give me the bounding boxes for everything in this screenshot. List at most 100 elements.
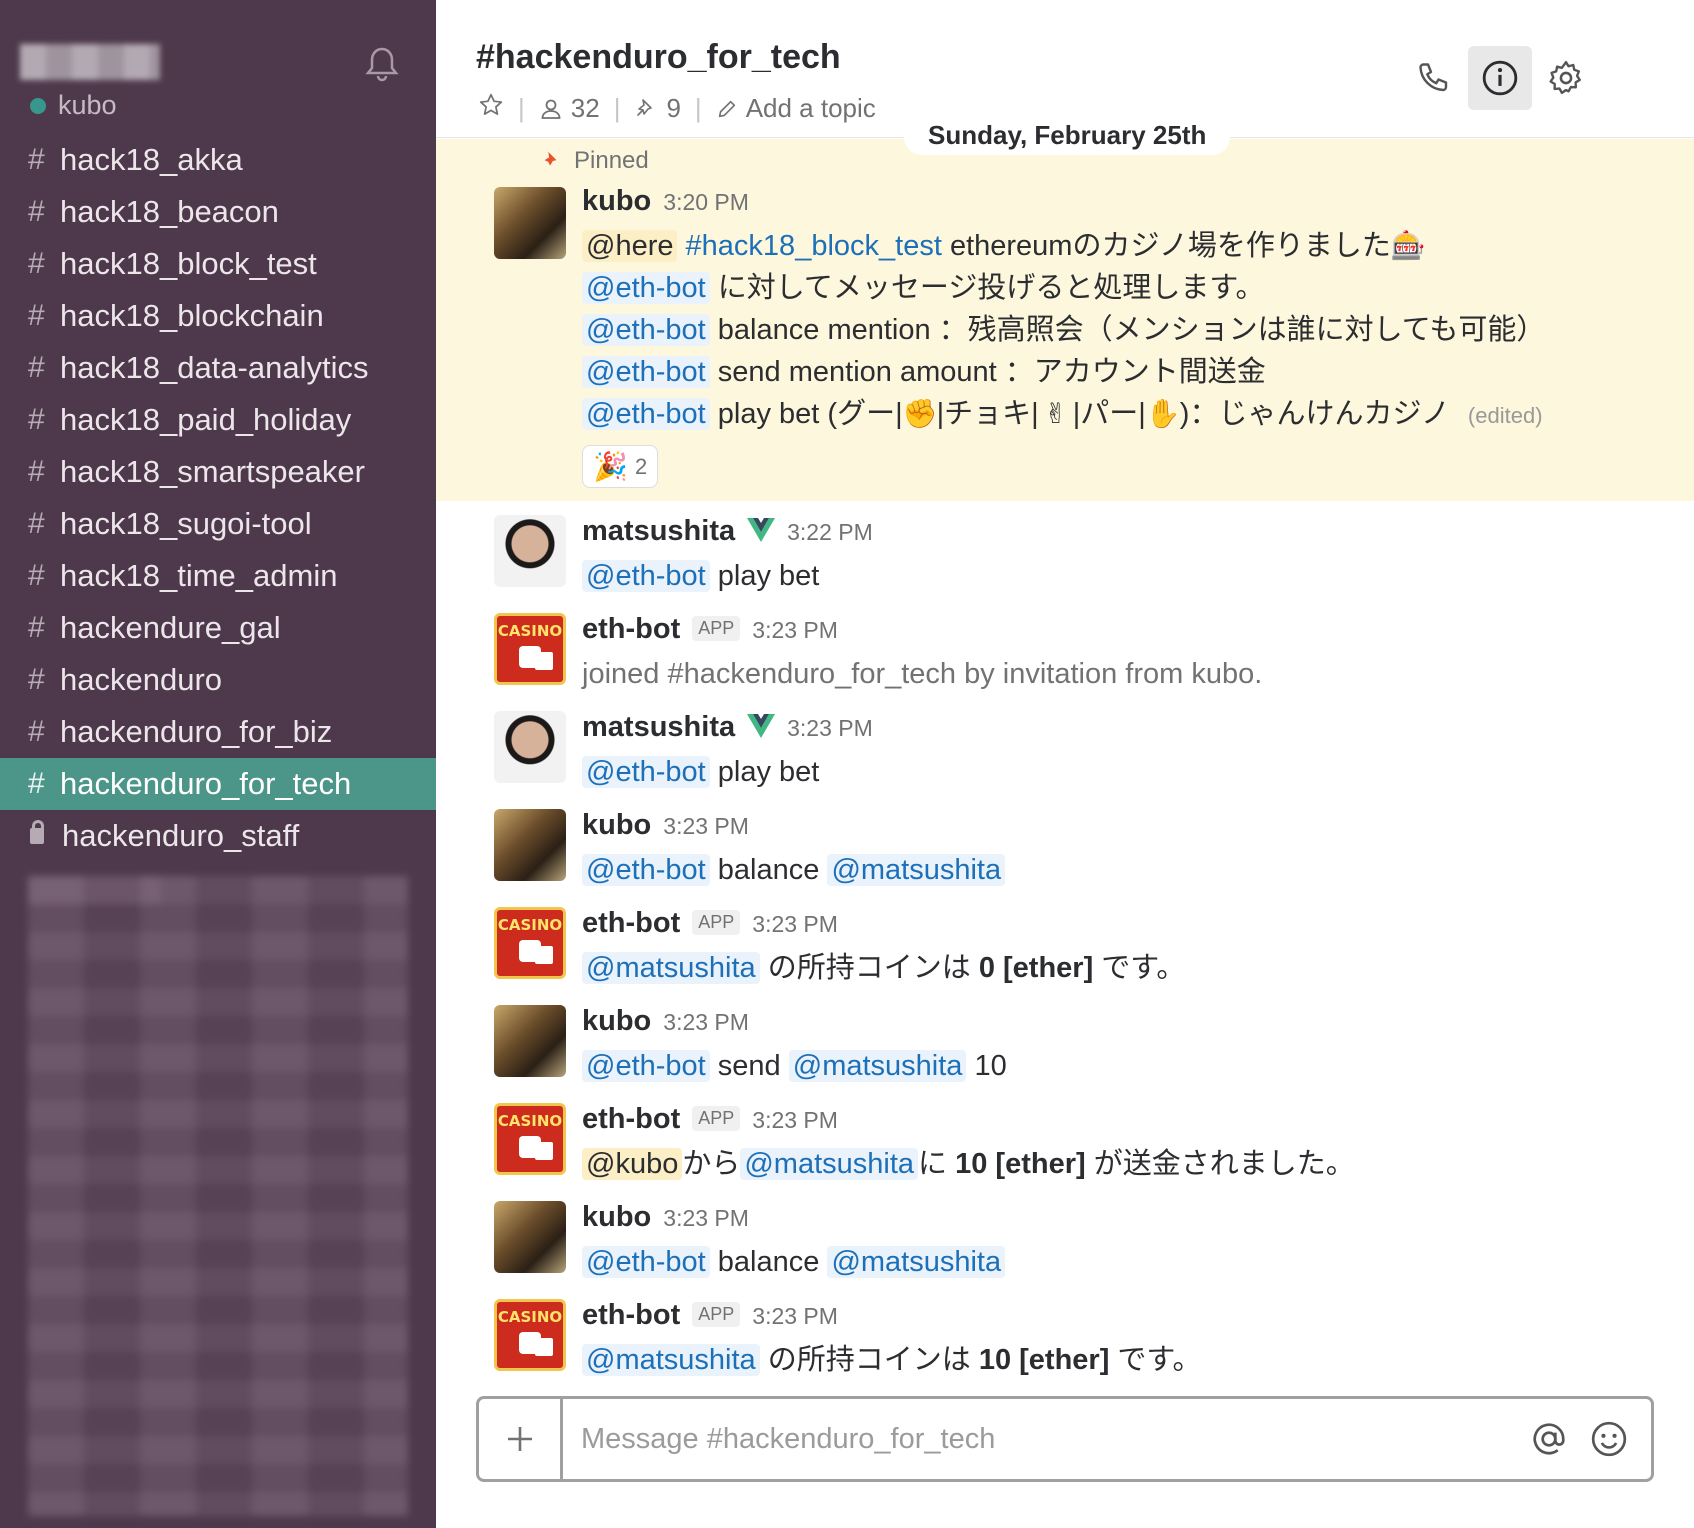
sidebar-item-hackenduro[interactable]: # hackenduro	[0, 654, 436, 706]
avatar[interactable]: CASINO	[494, 907, 566, 979]
hash-icon: #	[28, 715, 45, 748]
avatar[interactable]	[494, 1005, 566, 1077]
channel-label: hack18_sugoi-tool	[60, 506, 312, 541]
mention[interactable]: @matsushita	[827, 1246, 1006, 1278]
channel-link[interactable]: #hack18_block_test	[686, 230, 942, 262]
avatar[interactable]: CASINO	[494, 1299, 566, 1371]
mention[interactable]: @eth-bot	[582, 272, 710, 304]
phone-icon[interactable]	[1402, 46, 1466, 110]
add-topic-button[interactable]: Add a topic	[716, 93, 876, 124]
mention[interactable]: @matsushita	[582, 952, 760, 984]
timestamp[interactable]: 3:23 PM	[752, 1107, 838, 1134]
timestamp[interactable]: 3:23 PM	[663, 1009, 749, 1036]
sidebar-item-hackenduro-for-tech[interactable]: # hackenduro_for_tech	[0, 758, 436, 810]
presence-dot	[30, 97, 46, 114]
mention[interactable]: @eth-bot	[582, 356, 710, 388]
mention[interactable]: @eth-bot	[582, 314, 710, 346]
mention[interactable]: @eth-bot	[582, 398, 710, 430]
avatar[interactable]	[494, 711, 566, 783]
mention[interactable]: @matsushita	[827, 854, 1006, 886]
timestamp[interactable]: 3:23 PM	[752, 617, 838, 644]
mention[interactable]: @matsushita	[740, 1148, 919, 1180]
channel-label: hack18_data-analytics	[60, 350, 369, 385]
reaction-button[interactable]: 🎉 2	[582, 445, 659, 488]
pinned-count[interactable]: 9	[634, 93, 681, 124]
star-icon[interactable]	[478, 92, 504, 125]
message-text: から	[682, 1148, 741, 1180]
member-count-value: 32	[570, 93, 600, 123]
message-header: kubo 3:23 PM	[582, 809, 1674, 849]
author-name[interactable]: eth-bot	[582, 1103, 680, 1136]
message-line: @eth-bot に対してメッセージ投げると処理します。	[582, 267, 1674, 309]
message-line: @matsushita の所持コインは 10 [ether] です。	[582, 1339, 1674, 1381]
timestamp[interactable]: 3:20 PM	[663, 189, 749, 216]
mention[interactable]: @eth-bot	[582, 560, 710, 592]
avatar[interactable]	[494, 1201, 566, 1273]
mention[interactable]: @eth-bot	[582, 756, 710, 788]
emoji-smiley-icon[interactable]	[1579, 1399, 1639, 1479]
sidebar-item-hack18-data-analytics[interactable]: # hack18_data-analytics	[0, 342, 436, 394]
author-name[interactable]: kubo	[582, 1005, 651, 1038]
author-name[interactable]: kubo	[582, 185, 651, 218]
sidebar-item-hack18-smartspeaker[interactable]: # hack18_smartspeaker	[0, 446, 436, 498]
sidebar-item-hackenduro-staff[interactable]: hackenduro_staff	[0, 810, 436, 862]
timestamp[interactable]: 3:23 PM	[752, 1303, 838, 1330]
message-text: balance	[717, 1246, 820, 1278]
gear-icon[interactable]	[1534, 46, 1598, 110]
sidebar-item-hack18-beacon[interactable]: # hack18_beacon	[0, 186, 436, 238]
sidebar-item-hack18-sugoi-tool[interactable]: # hack18_sugoi-tool	[0, 498, 436, 550]
author-name[interactable]: kubo	[582, 809, 651, 842]
message-body: kubo 3:20 PM @here #hack18_block_test et…	[582, 185, 1674, 488]
current-user[interactable]: kubo	[30, 90, 117, 121]
avatar[interactable]	[494, 187, 566, 259]
message-header: kubo 3:23 PM	[582, 1005, 1674, 1045]
mention-at-icon[interactable]	[1519, 1399, 1579, 1479]
reaction-count: 2	[635, 453, 648, 479]
timestamp[interactable]: 3:22 PM	[787, 519, 873, 546]
author-name[interactable]: matsushita	[582, 711, 735, 744]
avatar[interactable]: CASINO	[494, 613, 566, 685]
sidebar-item-hack18-paid-holiday[interactable]: # hack18_paid_holiday	[0, 394, 436, 446]
mention[interactable]: @eth-bot	[582, 1050, 710, 1082]
attach-plus-button[interactable]	[479, 1399, 563, 1479]
sidebar-item-hackenduro-for-biz[interactable]: # hackenduro_for_biz	[0, 706, 436, 758]
page-title: #hackenduro_for_tech	[476, 38, 841, 76]
sidebar-item-hack18-blockchain[interactable]: # hack18_blockchain	[0, 290, 436, 342]
member-count[interactable]: 32	[539, 93, 600, 124]
mention[interactable]: @eth-bot	[582, 854, 710, 886]
bell-icon[interactable]	[362, 44, 402, 84]
raised-hand-icon: ✋	[1145, 397, 1181, 430]
author-name[interactable]: matsushita	[582, 515, 735, 548]
author-name[interactable]: eth-bot	[582, 1299, 680, 1332]
message-body: matsushita 3:23 PM @eth-bot play bet	[582, 711, 1674, 793]
avatar[interactable]: CASINO	[494, 1103, 566, 1175]
message-line: @here #hack18_block_test ethereumのカジノ場を作…	[582, 225, 1674, 267]
timestamp[interactable]: 3:23 PM	[663, 813, 749, 840]
fist-icon: ✊	[902, 397, 938, 430]
vue-badge-icon	[747, 714, 776, 738]
message-input[interactable]	[563, 1399, 1519, 1479]
mention[interactable]: @eth-bot	[582, 1246, 710, 1278]
sidebar-item-hack18-akka[interactable]: # hack18_akka	[0, 134, 436, 186]
timestamp[interactable]: 3:23 PM	[787, 715, 873, 742]
author-name[interactable]: eth-bot	[582, 907, 680, 940]
author-name[interactable]: eth-bot	[582, 613, 680, 646]
author-name[interactable]: kubo	[582, 1201, 651, 1234]
avatar[interactable]	[494, 809, 566, 881]
mention[interactable]: @matsushita	[788, 1050, 967, 1082]
message-text: に対してメッセージ投げると処理します。	[717, 272, 1265, 304]
sidebar-item-hack18-block-test[interactable]: # hack18_block_test	[0, 238, 436, 290]
mention[interactable]: @kubo	[582, 1148, 683, 1180]
mention[interactable]: @here	[582, 230, 678, 262]
timestamp[interactable]: 3:23 PM	[752, 911, 838, 938]
team-name-redacted[interactable]	[20, 44, 160, 80]
message-line: @eth-bot balance @matsushita	[582, 849, 1674, 891]
casino-logo-text: CASINO	[497, 916, 563, 934]
sidebar-item-hackendure-gal[interactable]: # hackendure_gal	[0, 602, 436, 654]
mention[interactable]: @matsushita	[582, 1344, 760, 1376]
timestamp[interactable]: 3:23 PM	[663, 1205, 749, 1232]
avatar[interactable]	[494, 515, 566, 587]
info-icon[interactable]	[1468, 46, 1532, 110]
app-badge: APP	[692, 616, 741, 641]
sidebar-item-hack18-time-admin[interactable]: # hack18_time_admin	[0, 550, 436, 602]
